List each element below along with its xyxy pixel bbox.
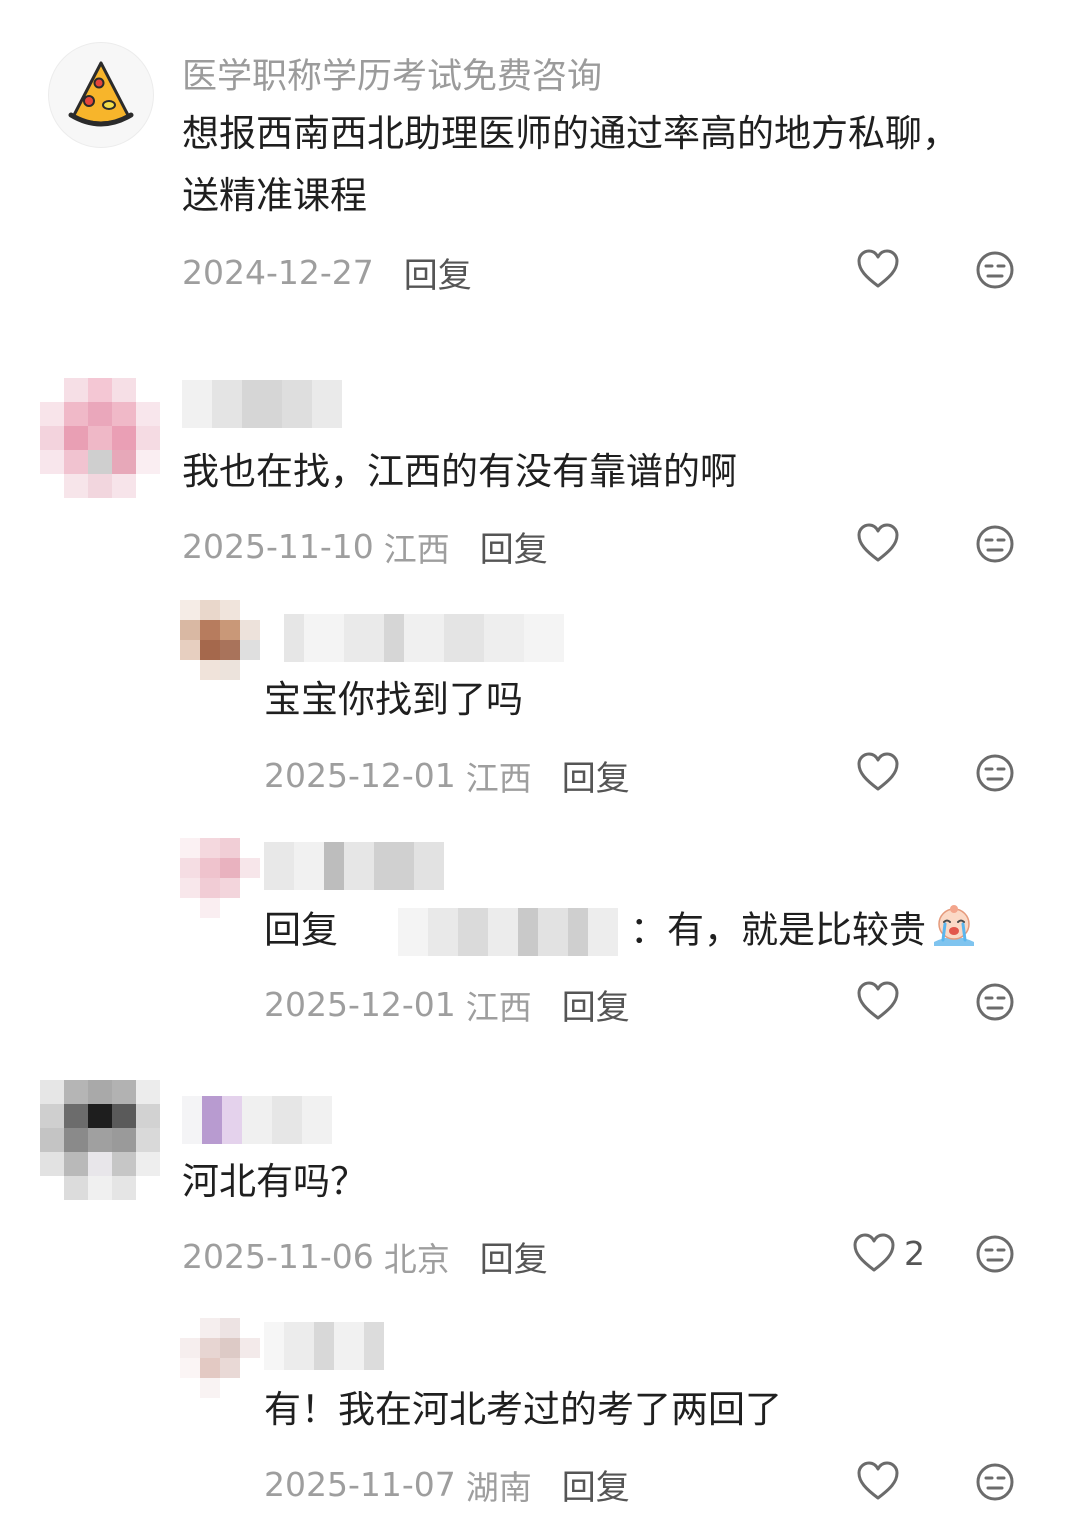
comment-date: 2025-12-01 xyxy=(264,985,456,1024)
mentioned-username-blurred[interactable] xyxy=(398,908,618,956)
comment-date: 2025-11-10 xyxy=(182,527,374,566)
crying-emoji-icon xyxy=(930,902,978,962)
reply-prefix: 回复 xyxy=(264,908,338,952)
comment-text: 送精准课程 xyxy=(182,174,367,217)
comment-location: 江西 xyxy=(465,758,532,798)
comment-date: 2025-12-01 xyxy=(264,756,456,795)
heart-icon xyxy=(857,249,899,288)
reaction-button[interactable] xyxy=(975,753,1015,797)
username-blurred[interactable] xyxy=(264,614,564,662)
like-count: 2 xyxy=(904,1233,925,1273)
comment-date: 2025-11-06 xyxy=(182,1237,374,1276)
like-button[interactable] xyxy=(856,523,900,563)
avatar[interactable] xyxy=(48,42,154,148)
reaction-button[interactable] xyxy=(975,1462,1015,1506)
avatar[interactable] xyxy=(40,1080,160,1200)
avatar[interactable] xyxy=(180,1318,260,1398)
comment-meta: 2025-12-01 江西 回复 xyxy=(264,751,630,800)
heart-icon xyxy=(857,1461,899,1500)
comment-location: 湖南 xyxy=(465,1467,532,1507)
comment-location: 北京 xyxy=(383,1239,450,1279)
comment-meta: 2024-12-27 回复 xyxy=(182,248,472,297)
reply-button[interactable]: 回复 xyxy=(404,248,472,297)
neutral-face-icon xyxy=(976,525,1014,563)
comment-text: 想报西南西北助理医师的通过率高的地方私聊， xyxy=(182,112,959,155)
like-button[interactable] xyxy=(856,981,900,1021)
reply-text: ：有，就是比较贵 xyxy=(630,908,926,952)
heart-icon xyxy=(857,981,899,1020)
comment-location: 江西 xyxy=(465,987,532,1027)
comment-date: 2024-12-27 xyxy=(182,253,374,292)
like-button[interactable] xyxy=(856,249,900,289)
comment-text: 回复 ：有，就是比较贵 xyxy=(264,902,978,962)
heart-icon xyxy=(857,523,899,562)
avatar[interactable] xyxy=(40,378,160,498)
neutral-face-icon xyxy=(976,1463,1014,1501)
neutral-face-icon xyxy=(976,983,1014,1021)
username-blurred[interactable] xyxy=(182,380,342,428)
reaction-button[interactable] xyxy=(975,250,1015,294)
reply-button[interactable]: 回复 xyxy=(480,1232,548,1281)
comment-text: 我也在找，江西的有没有靠谱的啊 xyxy=(182,450,737,493)
comment-meta: 2025-11-07 湖南 回复 xyxy=(264,1460,630,1509)
comment-meta: 2025-11-10 江西 回复 xyxy=(182,522,548,571)
reply-button[interactable]: 回复 xyxy=(562,980,630,1029)
like-button[interactable]: 2 xyxy=(852,1233,925,1273)
heart-icon xyxy=(853,1233,895,1272)
avatar[interactable] xyxy=(180,838,260,918)
neutral-face-icon xyxy=(976,754,1014,792)
username-blurred[interactable] xyxy=(264,1322,384,1370)
username-blurred[interactable] xyxy=(264,842,444,890)
username-blurred[interactable] xyxy=(182,1096,332,1144)
comment-date: 2025-11-07 xyxy=(264,1465,456,1504)
comment-text: 宝宝你找到了吗 xyxy=(264,678,523,721)
reaction-button[interactable] xyxy=(975,1234,1015,1278)
reply-button[interactable]: 回复 xyxy=(562,751,630,800)
comment-text: 河北有吗？ xyxy=(182,1160,367,1203)
reaction-button[interactable] xyxy=(975,524,1015,568)
neutral-face-icon xyxy=(976,1235,1014,1273)
pizza-icon xyxy=(68,61,134,127)
reaction-button[interactable] xyxy=(975,982,1015,1026)
avatar[interactable] xyxy=(180,600,260,680)
neutral-face-icon xyxy=(976,251,1014,289)
heart-icon xyxy=(857,752,899,791)
like-button[interactable] xyxy=(856,1461,900,1501)
reply-button[interactable]: 回复 xyxy=(562,1460,630,1509)
like-button[interactable] xyxy=(856,752,900,792)
comment-location: 江西 xyxy=(383,529,450,569)
comment-meta: 2025-12-01 江西 回复 xyxy=(264,980,630,1029)
comment-text: 有！我在河北考过的考了两回了 xyxy=(264,1388,782,1431)
reply-button[interactable]: 回复 xyxy=(480,522,548,571)
comment-meta: 2025-11-06 北京 回复 xyxy=(182,1232,548,1281)
username[interactable]: 医学职称学历考试免费咨询 xyxy=(182,48,602,99)
